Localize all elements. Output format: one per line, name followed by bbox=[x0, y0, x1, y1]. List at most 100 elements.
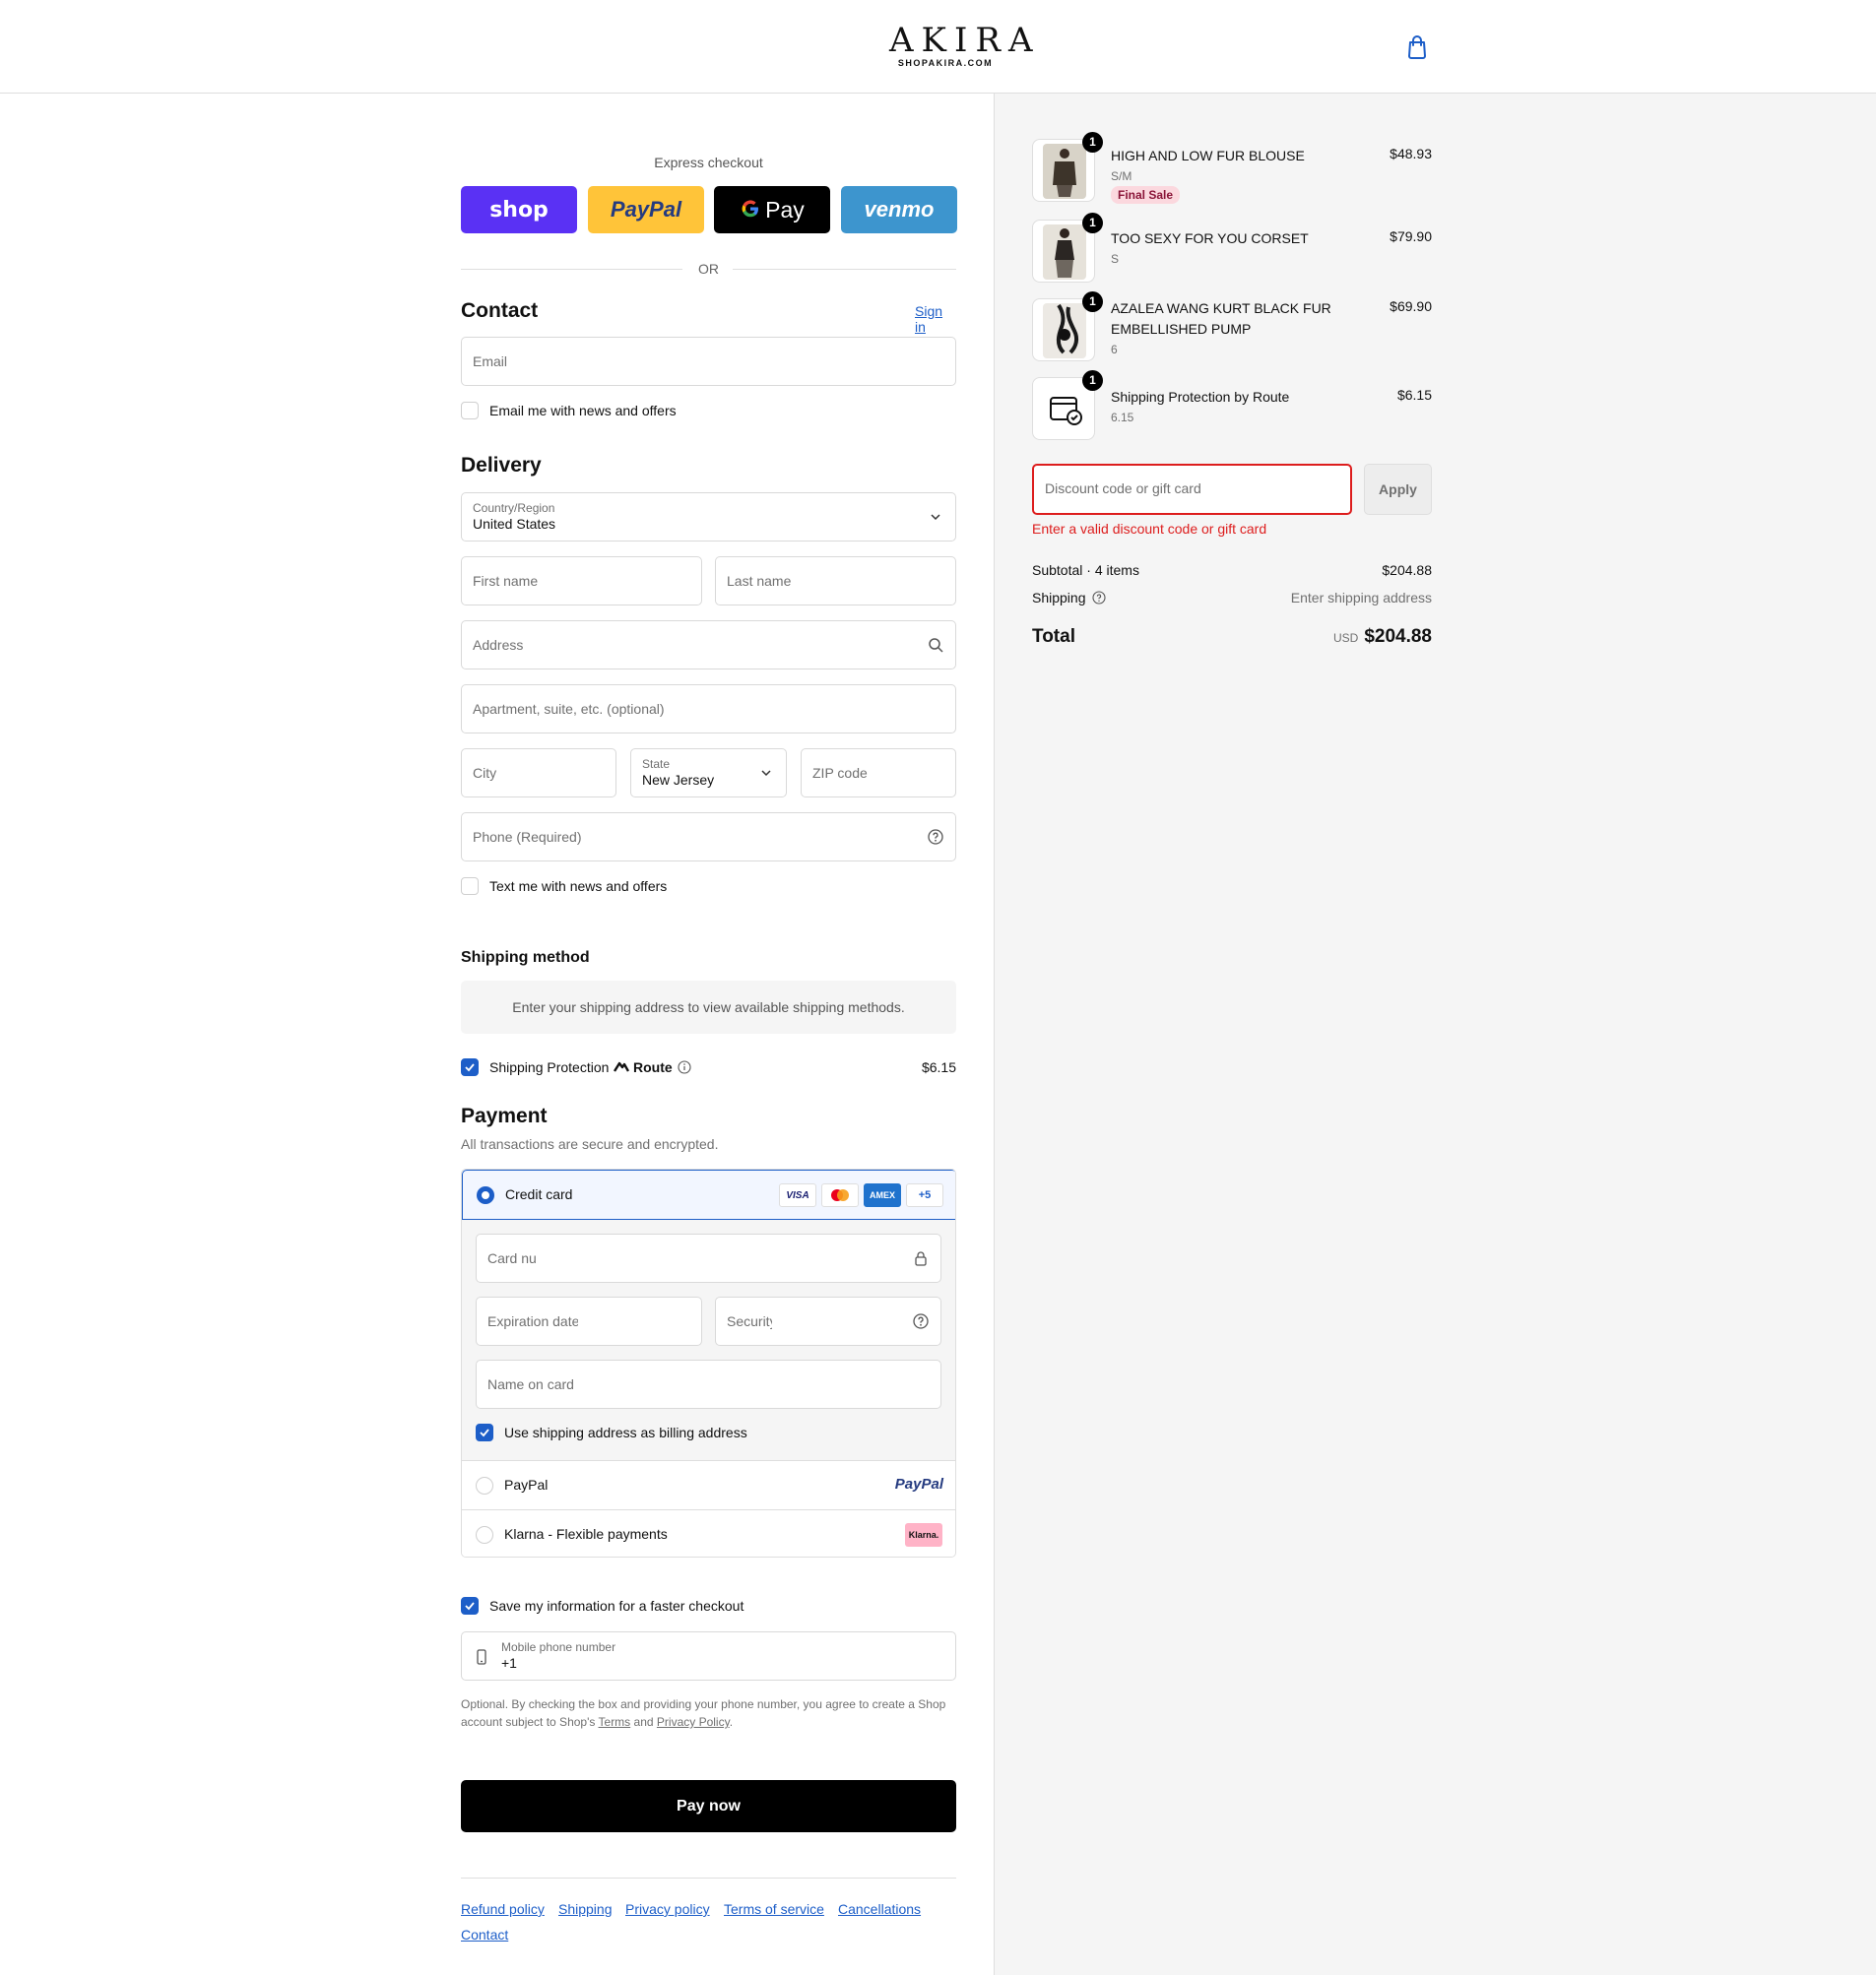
shop-terms-link[interactable]: Terms bbox=[599, 1715, 631, 1729]
discount-code-field[interactable]: Discount code or gift card bbox=[1032, 464, 1352, 515]
venmo-button[interactable]: venmo bbox=[841, 186, 957, 233]
total-label: Total bbox=[1032, 626, 1075, 647]
text-news-checkbox[interactable] bbox=[461, 877, 479, 895]
help-icon[interactable] bbox=[912, 1312, 930, 1330]
divider-line-right bbox=[733, 269, 956, 270]
sign-in-link[interactable]: Sign in bbox=[915, 303, 956, 335]
mobile-phone-field[interactable]: Mobile phone number +1 bbox=[461, 1631, 956, 1681]
shipping-method-heading: Shipping method bbox=[461, 949, 590, 966]
help-icon[interactable] bbox=[927, 828, 944, 846]
paypal-option[interactable]: PayPal PayPal bbox=[462, 1460, 955, 1509]
country-value: United States bbox=[473, 516, 556, 532]
expiration-date-field[interactable]: Expiration date bbox=[476, 1297, 702, 1346]
footer-privacy-policy-link[interactable]: Privacy policy bbox=[625, 1901, 710, 1917]
route-brand: Route bbox=[633, 1059, 673, 1075]
name-on-card-field[interactable]: Name on card bbox=[476, 1360, 941, 1409]
security-code-field[interactable]: Security bbox=[715, 1297, 941, 1346]
paypal-express-button[interactable]: PayPal bbox=[588, 186, 704, 233]
payment-heading: Payment bbox=[461, 1105, 548, 1127]
product-thumbnail: 1 bbox=[1032, 132, 1103, 202]
item-name-line-2: EMBELLISHED PUMP bbox=[1111, 321, 1252, 337]
item-price: $6.15 bbox=[1396, 387, 1432, 403]
help-icon[interactable] bbox=[1092, 591, 1106, 605]
paypal-express-label: PayPal bbox=[610, 197, 682, 222]
last-name-field[interactable]: Last name bbox=[715, 556, 956, 605]
credit-card-form: Card nu Expiration date Security Name on… bbox=[462, 1220, 955, 1460]
amex-icon: AMEX bbox=[864, 1183, 901, 1207]
legal-notice-period: . bbox=[729, 1715, 734, 1729]
apartment-field[interactable]: Apartment, suite, etc. (optional) bbox=[461, 684, 956, 733]
footer-divider bbox=[461, 1878, 956, 1879]
venmo-label: venmo bbox=[864, 197, 935, 222]
item-variant: 6.15 bbox=[1111, 411, 1134, 424]
footer-refund-policy-link[interactable]: Refund policy bbox=[461, 1901, 545, 1917]
contact-heading: Contact bbox=[461, 299, 539, 322]
footer-cancellations-link[interactable]: Cancellations bbox=[838, 1901, 921, 1917]
google-pay-button[interactable]: Pay bbox=[714, 186, 830, 233]
shipping-protection-checkbox[interactable] bbox=[461, 1058, 479, 1076]
city-placeholder: City bbox=[473, 765, 497, 781]
apply-discount-button[interactable]: Apply bbox=[1364, 464, 1432, 515]
phone-field[interactable]: Phone (Required) bbox=[461, 812, 956, 861]
save-info-checkbox[interactable] bbox=[461, 1597, 479, 1615]
credit-card-radio[interactable] bbox=[477, 1186, 494, 1204]
total-row: Total USD $204.88 bbox=[1032, 626, 1432, 648]
legal-notice-line-1: Optional. By checking the box and provid… bbox=[461, 1697, 946, 1711]
mobile-phone-icon bbox=[473, 1648, 490, 1666]
first-name-placeholder: First name bbox=[473, 573, 539, 589]
email-news-checkbox[interactable] bbox=[461, 402, 479, 419]
klarna-radio[interactable] bbox=[476, 1526, 493, 1544]
first-name-field[interactable]: First name bbox=[461, 556, 702, 605]
shipping-protection-label: Shipping Protection bbox=[489, 1059, 610, 1075]
item-variant: S/M bbox=[1111, 169, 1132, 183]
city-field[interactable]: City bbox=[461, 748, 616, 797]
item-variant: S bbox=[1111, 252, 1120, 266]
state-select[interactable]: State New Jersey bbox=[630, 748, 787, 797]
chevron-down-icon bbox=[757, 764, 775, 782]
shipping-protection-price: $6.15 bbox=[921, 1059, 956, 1075]
item-name: AZALEA WANG KURT BLACK FUR EMBELLISHED P… bbox=[1111, 298, 1331, 340]
item-price: $79.90 bbox=[1390, 228, 1432, 244]
discount-code-placeholder: Discount code or gift card bbox=[1045, 480, 1201, 496]
card-number-field[interactable]: Card nu bbox=[476, 1234, 941, 1283]
zip-field[interactable]: ZIP code bbox=[801, 748, 956, 797]
chevron-down-icon bbox=[927, 508, 944, 526]
brand-logo[interactable]: AKIRA SHOPAKIRA.COM bbox=[881, 24, 1033, 69]
shopping-bag-icon[interactable] bbox=[1406, 35, 1428, 59]
subtotal-label: Subtotal · 4 items bbox=[1032, 562, 1139, 578]
footer-contact-link[interactable]: Contact bbox=[461, 1927, 508, 1943]
info-icon[interactable] bbox=[678, 1060, 691, 1074]
subtotal-value: $204.88 bbox=[1382, 562, 1432, 578]
phone-placeholder: Phone (Required) bbox=[473, 829, 582, 845]
search-icon bbox=[927, 636, 944, 654]
country-select[interactable]: Country/Region United States bbox=[461, 492, 956, 542]
billing-address-checkbox[interactable] bbox=[476, 1424, 493, 1441]
product-thumbnail: 1 bbox=[1032, 213, 1103, 283]
paypal-radio[interactable] bbox=[476, 1477, 493, 1495]
expiration-date-placeholder: Expiration date bbox=[487, 1313, 578, 1329]
shop-pay-button[interactable]: shop bbox=[461, 186, 577, 233]
subtotal-row: Subtotal · 4 items $204.88 bbox=[1032, 562, 1432, 578]
country-label: Country/Region bbox=[473, 501, 555, 515]
quantity-badge: 1 bbox=[1082, 291, 1103, 312]
or-divider: OR bbox=[461, 259, 956, 279]
footer-shipping-link[interactable]: Shipping bbox=[558, 1901, 613, 1917]
item-price: $48.93 bbox=[1390, 146, 1432, 161]
legal-notice-line-2: account subject to Shop's Terms and Priv… bbox=[461, 1713, 956, 1731]
zip-placeholder: ZIP code bbox=[812, 765, 868, 781]
google-pay-label: Pay bbox=[765, 196, 805, 223]
email-news-label: Email me with news and offers bbox=[489, 403, 677, 418]
footer-terms-link[interactable]: Terms of service bbox=[724, 1901, 824, 1917]
klarna-option[interactable]: Klarna - Flexible payments Klarna. bbox=[462, 1509, 955, 1557]
billing-address-label: Use shipping address as billing address bbox=[504, 1425, 747, 1440]
credit-card-option[interactable]: Credit card VISA AMEX +5 bbox=[462, 1170, 955, 1220]
quantity-badge: 1 bbox=[1082, 213, 1103, 233]
address-field[interactable]: Address bbox=[461, 620, 956, 669]
email-field[interactable]: Email bbox=[461, 337, 956, 386]
shop-privacy-link[interactable]: Privacy Policy bbox=[657, 1715, 730, 1729]
total-amount: USD $204.88 bbox=[1333, 626, 1432, 648]
pay-now-button[interactable]: Pay now bbox=[461, 1780, 956, 1832]
state-value: New Jersey bbox=[642, 772, 715, 788]
mobile-phone-value: +1 bbox=[501, 1655, 517, 1671]
more-cards-badge: +5 bbox=[906, 1183, 943, 1207]
